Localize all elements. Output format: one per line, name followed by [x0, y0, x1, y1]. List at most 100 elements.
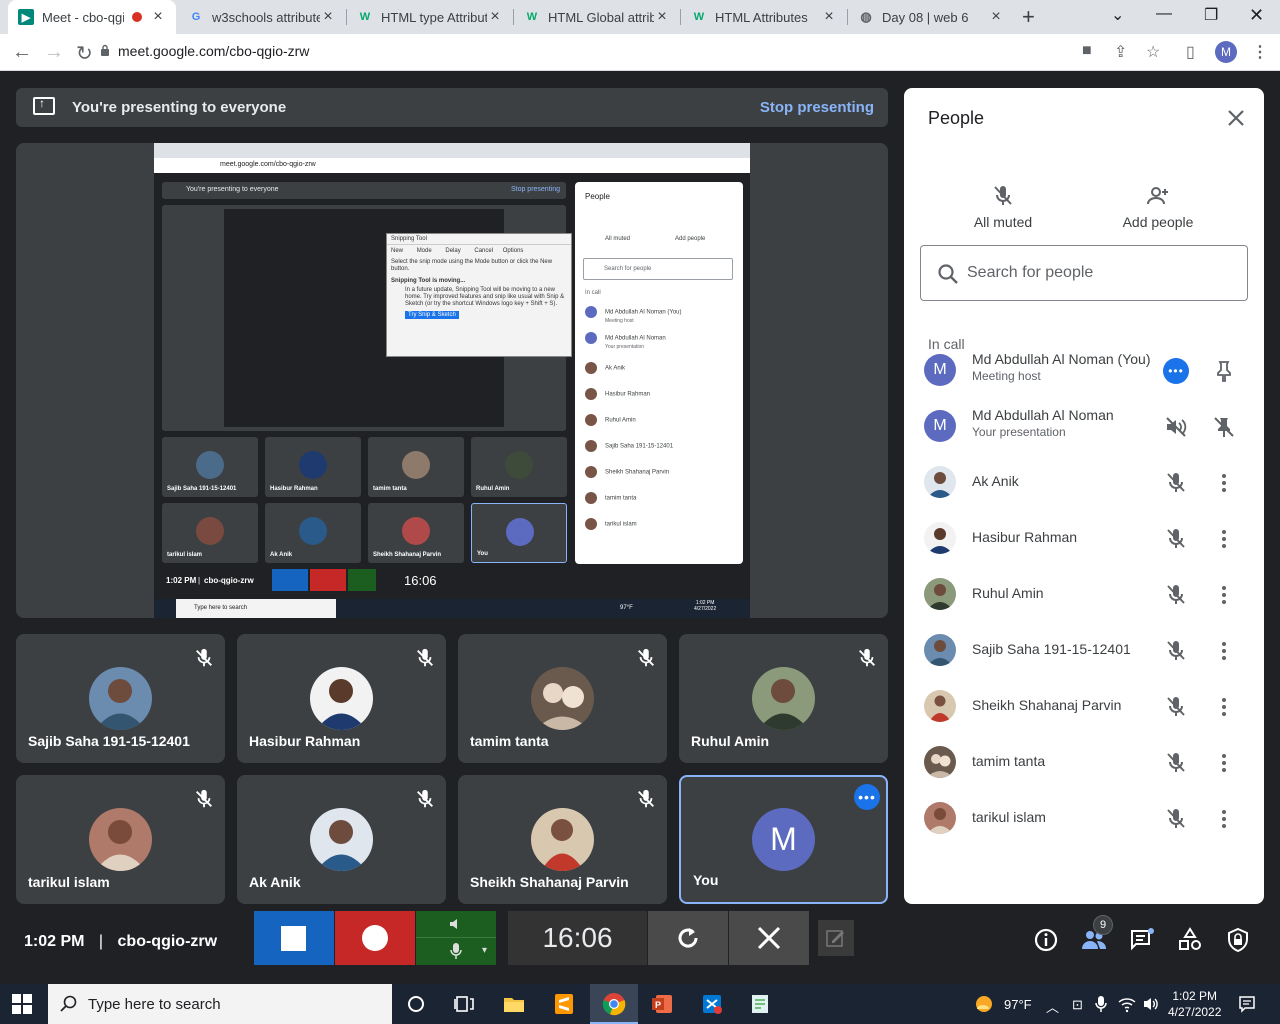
participant-tile[interactable]: Sheikh Shahanaj Parvin [458, 775, 667, 904]
maximize-button[interactable]: ❐ [1204, 5, 1218, 25]
participant-tile[interactable]: Hasibur Rahman [237, 634, 446, 763]
close-window-button[interactable]: ✕ [1249, 5, 1264, 26]
edit-button[interactable] [818, 920, 854, 956]
pin-icon[interactable] [1212, 359, 1236, 383]
close-icon[interactable] [1226, 108, 1246, 128]
participant-tile[interactable]: tarikul islam [16, 775, 225, 904]
person-row[interactable]: Sajib Saha 191-15-12401 [904, 622, 1264, 678]
file-explorer-icon[interactable] [502, 992, 526, 1016]
activities-icon[interactable] [1177, 927, 1203, 953]
all-muted-button[interactable]: All muted [943, 184, 1063, 230]
pin-off-icon[interactable] [1212, 415, 1236, 439]
taskbar-search-box[interactable]: Type here to search [48, 984, 392, 1024]
forward-icon[interactable]: → [44, 41, 64, 64]
chat-icon[interactable] [1129, 927, 1155, 953]
windows-start-icon[interactable] [12, 994, 32, 1014]
url-text[interactable]: meet.google.com/cbo-qgio-zrw [118, 43, 309, 59]
close-tab-icon[interactable]: × [487, 8, 503, 26]
person-role: Meeting host [972, 369, 1041, 383]
weather-sun-icon[interactable] [972, 992, 996, 1016]
more-options-button[interactable]: ••• [1163, 358, 1189, 384]
share-icon[interactable]: ⇪ [1114, 42, 1127, 62]
close-tab-icon[interactable]: × [320, 8, 336, 26]
notifications-icon[interactable] [1238, 995, 1256, 1013]
notepad-icon[interactable] [748, 992, 772, 1016]
participant-tile[interactable]: tamim tanta [458, 634, 667, 763]
bookmark-star-icon[interactable]: ☆ [1146, 42, 1160, 62]
task-view-icon[interactable] [452, 992, 476, 1016]
search-people-input[interactable] [967, 259, 1237, 287]
camera-icon[interactable]: ■ [1082, 42, 1092, 60]
browser-tab-day08[interactable]: ◍ Day 08 | web 6 × [848, 0, 1014, 34]
browser-tab-html-global[interactable]: W HTML Global attrib × [514, 0, 680, 34]
snipping-tool-icon[interactable] [700, 992, 724, 1016]
sublime-text-icon[interactable] [552, 992, 576, 1016]
microphone-icon[interactable] [1094, 996, 1108, 1012]
taskbar-clock[interactable]: 1:02 PM 4/27/2022 [1168, 988, 1221, 1020]
person-row[interactable]: Ruhul Amin [904, 566, 1264, 622]
clock-time: 1:02 PM [1172, 989, 1218, 1003]
audio-controls[interactable]: ▾ [416, 911, 496, 965]
volume-icon[interactable] [1142, 995, 1160, 1013]
mini-all-muted: All muted [605, 236, 631, 242]
browser-tab-meet[interactable]: ▶ Meet - cbo-qgio × [8, 0, 176, 34]
wifi-icon[interactable] [1118, 995, 1136, 1013]
restart-button[interactable] [648, 911, 728, 965]
lock-icon[interactable] [100, 44, 110, 56]
participant-tile[interactable]: Ruhul Amin [679, 634, 888, 763]
more-vert-icon[interactable] [1212, 807, 1236, 831]
mini-person-row: Sajib Saha 191-15-12401 [585, 440, 673, 452]
more-vert-icon[interactable] [1212, 527, 1236, 551]
more-vert-icon[interactable] [1212, 639, 1236, 663]
browser-tab-w3schools[interactable]: G w3schools attribute × [178, 0, 346, 34]
network-device-icon[interactable]: ⊡ [1072, 997, 1083, 1013]
close-tab-icon[interactable]: × [988, 8, 1004, 26]
volume-off-icon[interactable] [1164, 415, 1188, 439]
chrome-icon[interactable] [602, 992, 626, 1016]
more-vert-icon[interactable] [1212, 751, 1236, 775]
avatar [924, 746, 956, 778]
host-controls-icon[interactable] [1225, 927, 1251, 953]
tab-search-icon[interactable]: ⌄ [1111, 5, 1124, 25]
discard-button[interactable] [729, 911, 809, 965]
minimize-button[interactable]: — [1156, 5, 1172, 23]
profile-avatar[interactable]: M [1215, 41, 1237, 63]
browser-tab-html-attributes[interactable]: W HTML Attributes × [681, 0, 847, 34]
person-row[interactable]: tamim tanta [904, 734, 1264, 790]
back-icon[interactable]: ← [12, 41, 32, 64]
side-panel-icon[interactable]: ▯ [1186, 42, 1195, 62]
person-row[interactable]: M Md Abdullah Al Noman Your presentation [904, 398, 1264, 454]
record-button[interactable] [335, 911, 415, 965]
reload-icon[interactable]: ↻ [76, 41, 93, 66]
powerpoint-icon[interactable]: P [650, 992, 674, 1016]
show-hidden-icons[interactable]: ︿ [1046, 997, 1059, 1016]
participant-tile[interactable]: Ak Anik [237, 775, 446, 904]
browser-tab-html-type[interactable]: W HTML type Attribut × [347, 0, 513, 34]
person-row[interactable]: Ak Anik [904, 454, 1264, 510]
stop-presenting-button[interactable]: Stop presenting [760, 99, 874, 116]
add-people-button[interactable]: Add people [1098, 184, 1218, 230]
more-options-button[interactable]: ••• [854, 784, 880, 810]
search-people-box[interactable] [920, 245, 1248, 301]
close-tab-icon[interactable]: × [150, 8, 166, 26]
close-tab-icon[interactable]: × [654, 8, 670, 26]
person-row[interactable]: Sheikh Shahanaj Parvin [904, 678, 1264, 734]
person-row[interactable]: tarikul islam [904, 790, 1264, 846]
close-tab-icon[interactable]: × [821, 8, 837, 26]
menu-kebab-icon[interactable]: ⋮ [1252, 42, 1268, 62]
weather-temp[interactable]: 97°F [1004, 997, 1032, 1012]
info-icon[interactable] [1033, 927, 1059, 953]
stop-recording-button[interactable] [254, 911, 334, 965]
participant-tile[interactable]: Sajib Saha 191-15-12401 [16, 634, 225, 763]
search-icon [938, 264, 958, 284]
more-vert-icon[interactable] [1212, 471, 1236, 495]
participant-tile-you[interactable]: M ••• You [679, 775, 888, 904]
person-row[interactable]: Hasibur Rahman [904, 510, 1264, 566]
mic-off-icon [1167, 529, 1185, 548]
new-tab-button[interactable]: + [1022, 4, 1035, 30]
person-row[interactable]: M Md Abdullah Al Noman (You) Meeting hos… [904, 342, 1264, 398]
more-vert-icon[interactable] [1212, 583, 1236, 607]
more-vert-icon[interactable] [1212, 695, 1236, 719]
cortana-icon[interactable] [404, 992, 428, 1016]
svg-text:P: P [655, 1000, 661, 1010]
